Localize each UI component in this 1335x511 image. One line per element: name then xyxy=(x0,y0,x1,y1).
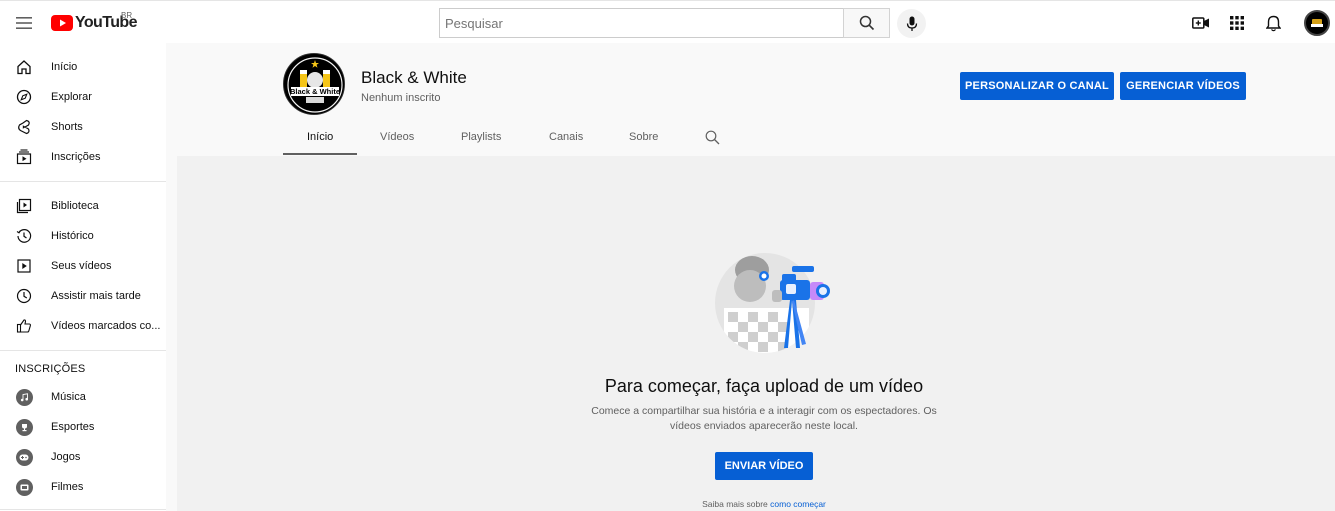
sidebar-item-gaming[interactable]: Jogos xyxy=(0,442,166,472)
top-bar: YouTube BR xyxy=(0,0,1335,43)
sidebar-item-explore[interactable]: Explorar xyxy=(0,82,166,112)
sidebar-item-label: Filmes xyxy=(51,481,84,493)
home-icon xyxy=(15,58,33,76)
sidebar-item-label: Assistir mais tarde xyxy=(51,290,141,302)
shorts-icon xyxy=(15,118,33,136)
channel-logo-icon xyxy=(284,54,344,114)
notifications-button[interactable] xyxy=(1263,13,1283,33)
library-icon xyxy=(15,197,33,215)
music-icon xyxy=(15,388,33,406)
gamepad-icon xyxy=(15,448,33,466)
sidebar-item-watch-later[interactable]: Assistir mais tarde xyxy=(0,281,166,311)
subscriptions-icon xyxy=(15,148,33,166)
active-tab-indicator xyxy=(283,153,357,155)
manage-videos-button[interactable]: GERENCIAR VÍDEOS xyxy=(1120,72,1246,100)
upload-illustration xyxy=(714,248,832,354)
sidebar-item-shorts[interactable]: Shorts xyxy=(0,112,166,142)
sidebar-item-your-videos[interactable]: Seus vídeos xyxy=(0,251,166,281)
empty-state-description: Comece a compartilhar sua história e a i… xyxy=(591,405,937,432)
film-icon xyxy=(15,478,33,496)
search-bar xyxy=(439,8,890,38)
sidebar-item-music[interactable]: Música xyxy=(0,382,166,412)
tab-home[interactable]: Início xyxy=(307,131,333,143)
create-video-button[interactable] xyxy=(1191,13,1211,33)
sidebar-item-label: Inscrições xyxy=(51,151,101,163)
tab-about[interactable]: Sobre xyxy=(629,131,658,143)
search-button[interactable] xyxy=(843,8,890,38)
region-label: BR xyxy=(121,11,133,20)
compass-icon xyxy=(15,88,33,106)
sidebar-divider xyxy=(0,509,166,510)
sidebar-item-label: Início xyxy=(51,61,78,73)
getting-started-link[interactable]: como começar xyxy=(770,499,826,509)
customize-channel-button[interactable]: PERSONALIZAR O CANAL xyxy=(960,72,1114,100)
learn-more-text: Saiba mais sobre como começar xyxy=(600,499,928,509)
sidebar-item-liked-videos[interactable]: Vídeos marcados co... xyxy=(0,311,166,341)
sidebar-item-label: Música xyxy=(51,391,86,403)
sidebar-item-sports[interactable]: Esportes xyxy=(0,412,166,442)
youtube-play-icon xyxy=(51,15,73,31)
video-camera-plus-icon xyxy=(1192,17,1209,29)
channel-name: Black & White xyxy=(361,68,467,87)
avatar-logo-text: Black & White xyxy=(289,87,340,96)
search-icon xyxy=(859,15,874,31)
apps-button[interactable] xyxy=(1227,13,1247,33)
sidebar-item-label: Biblioteca xyxy=(51,200,99,212)
search-input[interactable] xyxy=(439,8,843,38)
search-icon xyxy=(705,130,720,145)
thumbs-up-icon xyxy=(15,317,33,335)
sidebar-item-label: Histórico xyxy=(51,230,94,242)
sidebar-divider xyxy=(0,350,166,351)
sidebar-item-library[interactable]: Biblioteca xyxy=(0,191,166,221)
sidebar-item-label: Vídeos marcados co... xyxy=(51,320,161,332)
voice-search-button[interactable] xyxy=(897,9,926,38)
sidebar-item-label: Seus vídeos xyxy=(51,260,112,272)
learn-more-prefix: Saiba mais sobre xyxy=(702,499,768,509)
sidebar-item-home[interactable]: Início xyxy=(0,52,166,82)
tab-channels[interactable]: Canais xyxy=(549,131,583,143)
sidebar-item-subscriptions[interactable]: Inscrições xyxy=(0,142,166,172)
sidebar-item-history[interactable]: Histórico xyxy=(0,221,166,251)
upload-video-button[interactable]: ENVIAR VÍDEO xyxy=(715,452,813,480)
subscriptions-heading: INSCRIÇÕES xyxy=(15,363,86,375)
sidebar-item-label: Esportes xyxy=(51,421,95,433)
tab-videos[interactable]: Vídeos xyxy=(380,131,414,143)
tab-playlists[interactable]: Playlists xyxy=(461,131,501,143)
sidebar-item-label: Shorts xyxy=(51,121,83,133)
microphone-icon xyxy=(906,16,917,31)
watch-later-icon xyxy=(15,287,33,305)
sidebar-item-movies[interactable]: Filmes xyxy=(0,472,166,502)
menu-icon[interactable] xyxy=(14,13,34,33)
bell-icon xyxy=(1265,15,1281,31)
channel-logo-icon xyxy=(1306,12,1328,34)
channel-avatar: Black & White xyxy=(283,53,345,115)
camera-person-illustration-icon xyxy=(715,253,830,353)
account-avatar[interactable] xyxy=(1304,10,1330,36)
your-videos-icon xyxy=(15,257,33,275)
channel-search-button[interactable] xyxy=(705,130,721,146)
subscriber-count: Nenhum inscrito xyxy=(361,92,441,104)
empty-state-title: Para começar, faça upload de um vídeo xyxy=(604,376,924,396)
sidebar-divider xyxy=(0,181,166,182)
trophy-icon xyxy=(15,418,33,436)
history-icon xyxy=(15,227,33,245)
apps-grid-icon xyxy=(1230,16,1244,30)
sidebar-item-label: Jogos xyxy=(51,451,81,463)
sidebar: Início Explorar Shorts Inscrições Biblio… xyxy=(0,43,166,511)
sidebar-item-label: Explorar xyxy=(51,91,92,103)
